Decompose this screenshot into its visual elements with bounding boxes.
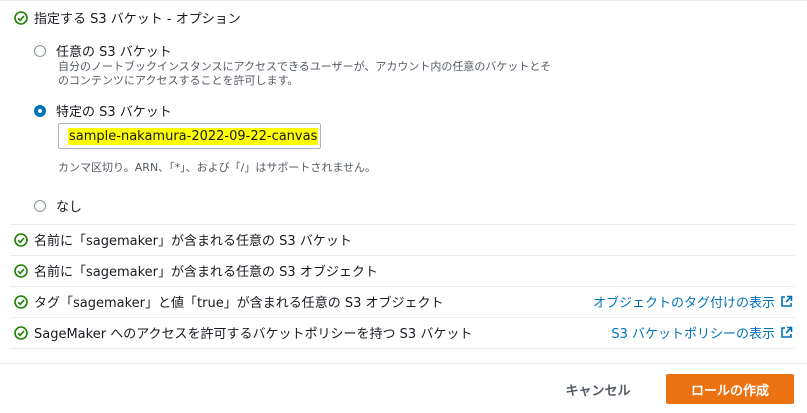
check-circle-icon <box>14 232 28 247</box>
check-circle-icon <box>14 325 28 340</box>
link-label: オブジェクトのタグ付けの表示 <box>592 296 775 311</box>
external-link-icon <box>781 326 793 338</box>
permission-label: 名前に「sagemaker」が含まれる任意の S3 バケット <box>34 234 352 249</box>
link-label: S3 バケットポリシーの表示 <box>611 327 775 342</box>
bucket-name-input[interactable]: sample-nakamura-2022-09-22-canvas <box>58 123 321 149</box>
option-any-bucket-label: 任意の S3 バケット <box>56 45 172 60</box>
cancel-button[interactable]: キャンセル <box>552 374 644 404</box>
permission-row: 名前に「sagemaker」が含まれる任意の S3 オブジェクト <box>0 255 807 286</box>
check-circle-icon <box>14 294 28 309</box>
section-title-row: 指定する S3 バケット - オプション <box>0 2 807 33</box>
permission-row: SageMaker へのアクセスを許可するバケットポリシーを持つ S3 バケット… <box>0 317 807 348</box>
option-any-bucket-description: 自分のノートブックインスタンスにアクセスできるユーザーが、アカウント内の任意のバ… <box>58 60 551 88</box>
external-link-icon <box>781 295 793 307</box>
view-bucket-policy-link[interactable]: S3 バケットポリシーの表示 <box>611 323 793 342</box>
desc-line-1: 自分のノートブックインスタンスにアクセスできるユーザーが、アカウント内の任意のバ… <box>58 60 552 73</box>
create-role-button[interactable]: ロールの作成 <box>666 374 794 404</box>
bucket-input-hint: カンマ区切り。ARN、「*」、および「/」はサポートされません。 <box>58 161 377 174</box>
permission-label: タグ「sagemaker」と値「true」が含まれる任意の S3 オブジェクト <box>34 296 444 311</box>
check-circle-icon <box>14 10 28 25</box>
permission-label: 名前に「sagemaker」が含まれる任意の S3 オブジェクト <box>34 265 378 280</box>
footer-divider <box>0 363 807 364</box>
radio-specific-bucket[interactable] <box>34 104 46 117</box>
option-specific-bucket[interactable]: 特定の S3 バケット <box>34 101 172 120</box>
option-none-label: なし <box>56 200 83 215</box>
divider <box>10 348 795 349</box>
permission-label: SageMaker へのアクセスを許可するバケットポリシーを持つ S3 バケット <box>34 327 473 342</box>
radio-none[interactable] <box>34 199 46 212</box>
view-object-tagging-link[interactable]: オブジェクトのタグ付けの表示 <box>593 292 793 311</box>
check-circle-icon <box>14 263 28 278</box>
bucket-name-value: sample-nakamura-2022-09-22-canvas <box>68 127 319 145</box>
option-specific-bucket-label: 特定の S3 バケット <box>56 105 172 120</box>
top-divider <box>0 0 807 1</box>
option-none[interactable]: なし <box>34 196 82 215</box>
radio-any-bucket[interactable] <box>34 44 46 57</box>
option-any-bucket[interactable]: 任意の S3 バケット <box>34 41 172 60</box>
desc-line-2: のコンテンツにアクセスすることを許可します。 <box>58 74 299 87</box>
permission-row: タグ「sagemaker」と値「true」が含まれる任意の S3 オブジェクト … <box>0 286 807 317</box>
permission-row: 名前に「sagemaker」が含まれる任意の S3 バケット <box>0 224 807 255</box>
section-title: 指定する S3 バケット - オプション <box>34 12 241 27</box>
